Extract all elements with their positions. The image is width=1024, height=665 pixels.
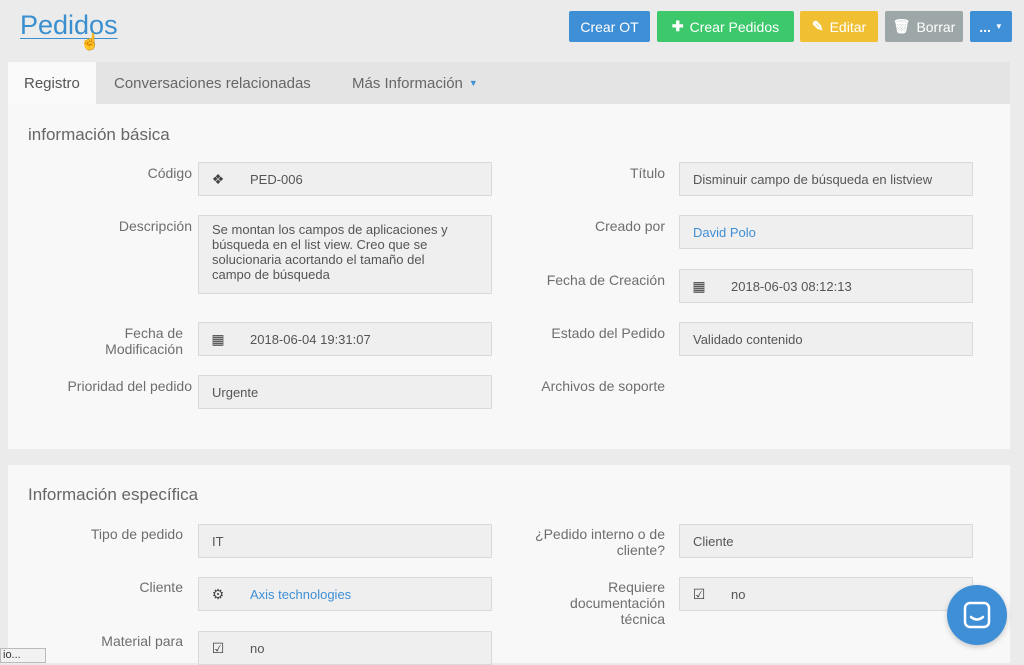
pencil-icon: ✎ [811, 18, 824, 34]
hand-cursor-icon: ☝ [80, 34, 100, 51]
trash-icon: 🗑 [892, 18, 911, 34]
caret-down-icon: ▼ [468, 78, 478, 88]
titulo-field[interactable]: Disminuir campo de búsqueda en listview [679, 162, 973, 196]
fecha-creacion-value: 2018-06-03 08:12:13 [731, 279, 852, 294]
tipo-field[interactable]: IT [198, 524, 492, 558]
cliente-link[interactable]: Axis technologies [250, 587, 481, 602]
borrar-button[interactable]: 🗑 Borrar [885, 11, 963, 42]
material-value: no [250, 641, 265, 656]
material-field[interactable]: ☑ no [198, 631, 492, 665]
label-line: cliente? [616, 542, 665, 558]
descripcion-textarea[interactable]: Se montan los campos de aplicaciones y b… [198, 215, 492, 294]
fecha-modificacion-field[interactable]: ▦ 2018-06-04 19:31:07 [198, 322, 492, 356]
prioridad-field[interactable]: Urgente [198, 375, 492, 409]
chat-icon [963, 601, 991, 629]
descripcion-line: búsqueda en el list view. Creo que se [212, 237, 428, 252]
cliente-label: Cliente [139, 579, 183, 595]
label-line: Fecha de [124, 325, 183, 341]
codigo-value: PED-006 [250, 172, 303, 187]
label-line: documentación [570, 595, 665, 611]
plus-icon: ✚ [671, 18, 684, 34]
gears-icon: ⚙ [211, 585, 225, 602]
more-actions-button[interactable]: ... ▼ [970, 11, 1012, 42]
crear-ot-button[interactable]: Crear OT [569, 11, 650, 42]
cliente-field[interactable]: ⚙ Axis technologies [198, 577, 492, 611]
documentacion-label: Requiere documentación técnica [570, 579, 665, 627]
creado-por-label: Creado por [594, 218, 665, 234]
tab-registro[interactable]: Registro [8, 62, 96, 104]
crear-pedidos-label: Crear Pedidos [689, 18, 780, 35]
descripcion-line: campo de búsqueda [212, 267, 330, 282]
creado-por-link[interactable]: David Polo [693, 225, 962, 240]
tab-conversaciones[interactable]: Conversaciones relacionadas [98, 62, 327, 104]
documentacion-field[interactable]: ☑ no [679, 577, 973, 611]
archivos-label: Archivos de soporte [541, 378, 665, 394]
codigo-label: Código [147, 165, 192, 181]
prioridad-value: Urgente [212, 385, 259, 400]
tipo-value: IT [212, 534, 224, 549]
label-line: Modificación [105, 341, 183, 357]
interno-label: ¿Pedido interno o de cliente? [535, 526, 665, 558]
descripcion-line: solucionaria acortando el tamaño del [212, 252, 425, 267]
documentacion-value: no [731, 587, 746, 602]
editar-button[interactable]: ✎ Editar [800, 11, 878, 42]
checkbox-icon: ☑ [692, 585, 706, 602]
tab-label: Más Información [352, 74, 463, 92]
titulo-label: Título [629, 165, 665, 181]
status-bar: io... [0, 648, 46, 663]
specific-info-card: Información específica Tipo de pedido IT… [8, 465, 1010, 665]
basic-info-card: información básica Código ❖ PED-006 Títu… [8, 104, 1010, 449]
interno-field[interactable]: Cliente [679, 524, 973, 558]
tab-mas-informacion[interactable]: Más Información ▼ [336, 62, 494, 104]
editar-label: Editar [829, 18, 867, 35]
descripcion-label: Descripción [118, 218, 192, 234]
interno-value: Cliente [693, 534, 734, 549]
descripcion-value: Se montan los campos de aplicaciones y b… [212, 222, 481, 282]
more-label: ... [979, 18, 991, 35]
prioridad-label: Prioridad del pedido [67, 378, 192, 394]
section-title: información básica [28, 125, 170, 144]
chat-launcher-button[interactable] [947, 585, 1007, 645]
checkbox-icon: ☑ [211, 639, 225, 656]
descripcion-line: Se montan los campos de aplicaciones y [212, 222, 448, 237]
caret-down-icon: ▼ [994, 22, 1003, 31]
label-line: ¿Pedido interno o de [535, 526, 665, 542]
tipo-label: Tipo de pedido [90, 526, 183, 542]
calendar-icon: ▦ [211, 330, 225, 347]
crear-pedidos-button[interactable]: ✚ Crear Pedidos [657, 11, 794, 42]
crear-ot-label: Crear OT [580, 18, 639, 35]
tab-label: Conversaciones relacionadas [114, 74, 311, 92]
tab-label: Registro [24, 74, 80, 92]
codigo-field[interactable]: ❖ PED-006 [198, 162, 492, 196]
label-line: Requiere [608, 579, 665, 595]
label-line: técnica [620, 611, 665, 627]
page-title[interactable]: Pedidos [20, 10, 118, 41]
fecha-modificacion-value: 2018-06-04 19:31:07 [250, 332, 371, 347]
material-label: Material para [101, 633, 183, 649]
creado-por-field[interactable]: David Polo [679, 215, 973, 249]
section-title: Información específica [28, 485, 199, 504]
fecha-creacion-label: Fecha de Creación [546, 272, 665, 288]
calendar-icon: ▦ [692, 277, 706, 294]
titulo-value: Disminuir campo de búsqueda en listview [693, 172, 933, 187]
estado-label: Estado del Pedido [551, 325, 665, 341]
fecha-creacion-field[interactable]: ▦ 2018-06-03 08:12:13 [679, 269, 973, 303]
borrar-label: Borrar [916, 18, 956, 35]
estado-value: Validado contenido [693, 332, 803, 347]
estado-field[interactable]: Validado contenido [679, 322, 973, 356]
fecha-modificacion-label: Fecha de Modificación [105, 325, 183, 357]
tab-bar: Registro Conversaciones relacionadas Más… [8, 62, 1010, 104]
cubes-icon: ❖ [211, 170, 225, 187]
